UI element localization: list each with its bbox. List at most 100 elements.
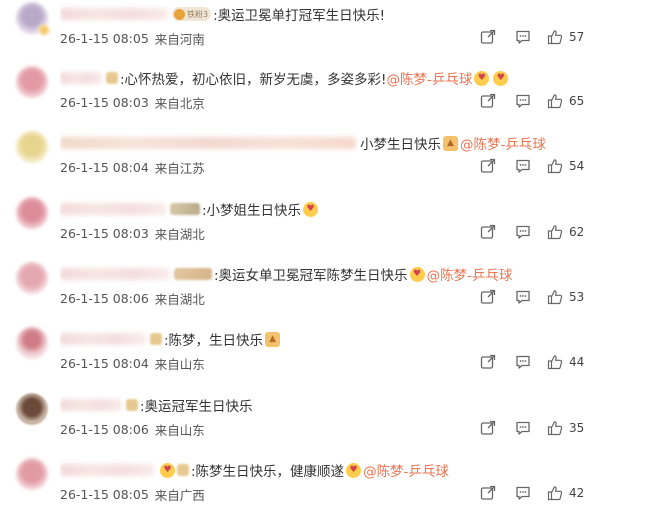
share-button[interactable]	[480, 417, 496, 439]
comment-location: 来自河南	[154, 31, 205, 47]
reply-button[interactable]	[515, 482, 531, 504]
like-button[interactable]: 65	[547, 90, 595, 112]
comment-meta: 26-1-15 08:05 来自广西	[60, 485, 205, 503]
share-button[interactable]	[480, 26, 496, 48]
reply-button[interactable]	[515, 90, 531, 112]
comment-actions: 62	[480, 221, 660, 243]
avatar[interactable]	[16, 131, 48, 163]
comment-time: 26-1-15 08:04	[60, 355, 149, 371]
user-badge-icon	[177, 464, 189, 476]
comment-content: :陈梦，生日快乐 ▲	[60, 327, 650, 351]
like-count: 35	[569, 421, 585, 435]
like-button[interactable]: 35	[547, 417, 595, 439]
mention-link[interactable]: @陈梦-乒乓球	[386, 68, 472, 88]
mention-link[interactable]: @陈梦-乒乓球	[427, 264, 513, 284]
mention-link[interactable]: @陈梦-乒乓球	[460, 133, 546, 153]
avatar[interactable]	[16, 197, 48, 229]
comment-item: ♥ :陈梦生日快乐，健康顺遂 ♥ @陈梦-乒乓球 26-1-15 08:05 来…	[0, 458, 660, 524]
username-blurred[interactable]	[60, 399, 122, 411]
thumbs-up-icon	[547, 355, 563, 370]
comment-icon	[516, 225, 530, 239]
share-button[interactable]	[480, 482, 496, 504]
like-button[interactable]: 54	[547, 155, 595, 177]
heart-eyes-emoji-icon: ♥	[493, 70, 509, 86]
fan-badge[interactable]: 铁粉3	[172, 7, 212, 21]
comment-item: :陈梦，生日快乐 ▲ 26-1-15 08:04 来自山东 44	[0, 327, 660, 393]
comment-item: :奥运冠军生日快乐 26-1-15 08:06 来自山东 35	[0, 393, 660, 459]
thumbs-up-icon	[547, 225, 563, 240]
username-blurred[interactable]	[60, 203, 166, 215]
reply-button[interactable]	[515, 351, 531, 373]
heart-eyes-emoji-icon: ♥	[474, 70, 490, 86]
reply-button[interactable]	[515, 286, 531, 308]
comment-content: :奥运女单卫冕冠军陈梦生日快乐 ♥ @陈梦-乒乓球	[60, 262, 650, 286]
share-icon	[480, 224, 496, 239]
comment-icon	[516, 30, 530, 44]
heart-eyes-emoji-icon: ♥	[303, 201, 319, 217]
avatar[interactable]	[16, 66, 48, 98]
share-button[interactable]	[480, 286, 496, 308]
comment-icon	[516, 355, 530, 369]
comment-meta: 26-1-15 08:04 来自山东	[60, 354, 205, 372]
username-blurred[interactable]	[60, 464, 154, 476]
share-icon	[480, 289, 496, 304]
comment-location: 来自湖北	[154, 291, 205, 307]
avatar[interactable]	[16, 458, 48, 490]
share-icon	[480, 93, 496, 108]
share-icon	[480, 158, 496, 173]
comment-actions: 54	[480, 155, 660, 177]
like-button[interactable]: 44	[547, 351, 595, 373]
share-icon	[480, 354, 496, 369]
share-button[interactable]	[480, 155, 496, 177]
username-blurred[interactable]	[60, 268, 170, 280]
comment-meta: 26-1-15 08:05 来自河南	[60, 29, 205, 47]
comment-actions: 42	[480, 482, 660, 504]
fan-badge-label: 铁粉3	[187, 9, 209, 19]
like-button[interactable]: 53	[547, 286, 595, 308]
avatar[interactable]	[16, 2, 50, 36]
reply-button[interactable]	[515, 221, 531, 243]
comment-icon	[516, 486, 530, 500]
comment-actions: 53	[480, 286, 660, 308]
comment-time: 26-1-15 08:04	[60, 159, 149, 175]
comment-content: ♥ :陈梦生日快乐，健康顺遂 ♥ @陈梦-乒乓球	[60, 458, 650, 482]
fan-badge-icon	[174, 8, 185, 20]
reply-button[interactable]	[515, 417, 531, 439]
comment-item: 小梦生日快乐 ▲ @陈梦-乒乓球 26-1-15 08:04 来自江苏 54	[0, 131, 660, 197]
like-button[interactable]: 42	[547, 482, 595, 504]
comment-time: 26-1-15 08:05	[60, 486, 149, 502]
comment-text: :小梦姐生日快乐	[202, 203, 302, 219]
share-button[interactable]	[480, 221, 496, 243]
avatar[interactable]	[16, 393, 48, 425]
reply-button[interactable]	[515, 26, 531, 48]
username-blurred[interactable]	[60, 333, 146, 345]
comment-time: 26-1-15 08:06	[60, 421, 149, 437]
username-blurred[interactable]	[60, 137, 356, 149]
comment-actions: 65	[480, 90, 660, 112]
comment-meta: 26-1-15 08:03 来自北京	[60, 93, 205, 111]
comment-icon	[516, 421, 530, 435]
username-blurred[interactable]	[60, 8, 168, 20]
comment-time: 26-1-15 08:03	[60, 94, 149, 110]
comment-item: :奥运女单卫冕冠军陈梦生日快乐 ♥ @陈梦-乒乓球 26-1-15 08:06 …	[0, 262, 660, 328]
thumbs-up-icon	[547, 486, 563, 501]
comment-location: 来自湖北	[154, 226, 205, 242]
share-button[interactable]	[480, 90, 496, 112]
username-blurred[interactable]	[60, 72, 102, 84]
comment-text: :陈梦生日快乐，健康顺遂	[191, 464, 345, 480]
avatar[interactable]	[16, 327, 48, 359]
mention-link[interactable]: @陈梦-乒乓球	[363, 460, 449, 480]
share-icon	[480, 420, 496, 435]
like-button[interactable]: 57	[547, 26, 595, 48]
like-count: 44	[569, 355, 585, 369]
comment-text: :心怀热爱，初心依旧，新岁无虞，多姿多彩!	[120, 72, 387, 88]
like-button[interactable]: 62	[547, 221, 595, 243]
comment-content: :心怀热爱，初心依旧，新岁无虞，多姿多彩! @陈梦-乒乓球 ♥ ♥	[60, 66, 650, 90]
reply-button[interactable]	[515, 155, 531, 177]
thumbs-up-icon	[547, 30, 563, 45]
comment-text: :陈梦，生日快乐	[164, 333, 264, 349]
share-button[interactable]	[480, 351, 496, 373]
thumbs-up-icon	[547, 290, 563, 305]
comment-time: 26-1-15 08:06	[60, 290, 149, 306]
avatar[interactable]	[16, 262, 48, 294]
